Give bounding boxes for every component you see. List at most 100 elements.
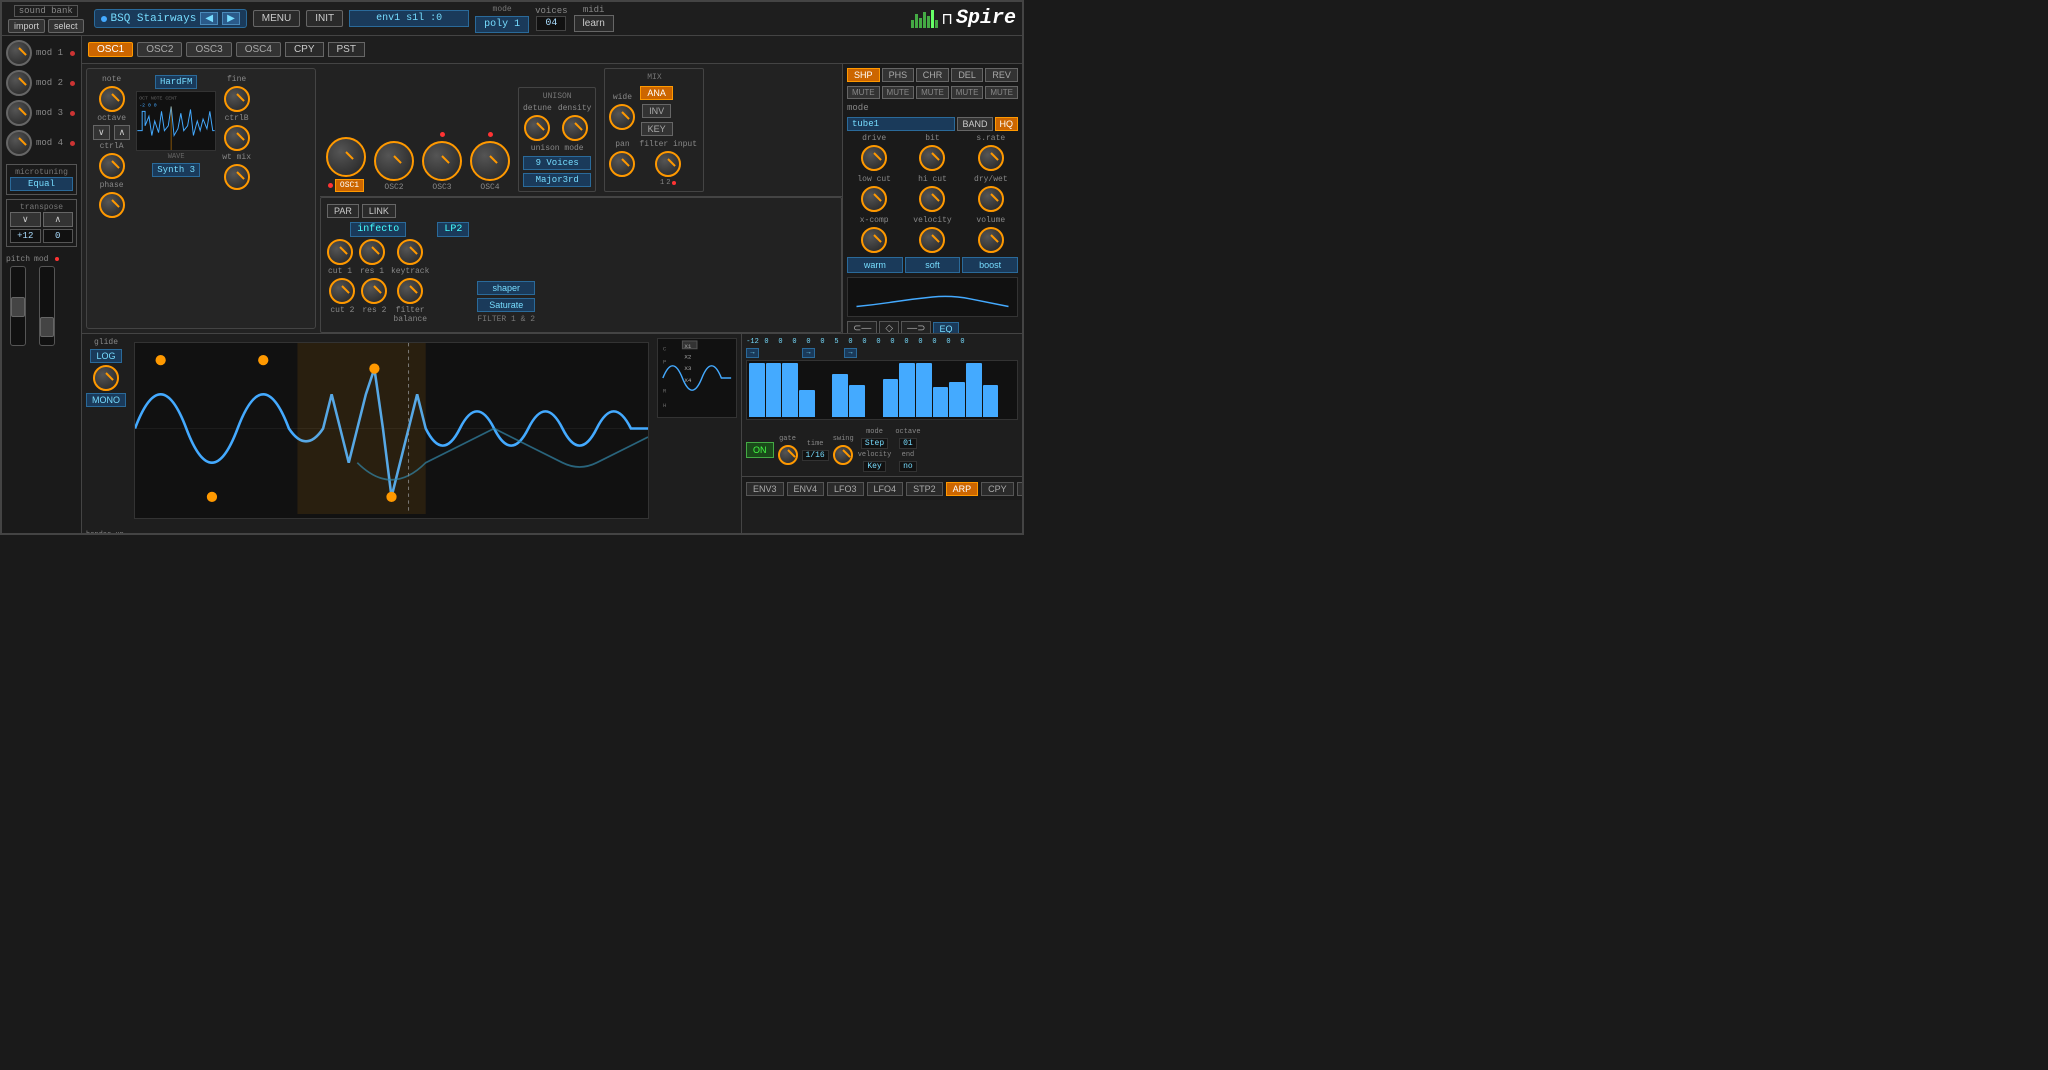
mod3-knob[interactable]: [6, 100, 32, 126]
bit-knob[interactable]: [919, 145, 945, 171]
par-button[interactable]: PAR: [327, 204, 359, 218]
mod4-knob[interactable]: [6, 130, 32, 156]
velocity-arp-value[interactable]: Key: [863, 461, 885, 472]
transpose-down-button[interactable]: ∨: [10, 212, 41, 227]
pst-tab-right[interactable]: PST: [1017, 482, 1022, 496]
arp-mode-value[interactable]: Step: [861, 438, 888, 449]
xcomp-knob[interactable]: [861, 227, 887, 253]
osc1-tab[interactable]: OSC1: [88, 42, 133, 57]
osc3-tab[interactable]: OSC3: [186, 42, 231, 57]
note-knob[interactable]: [99, 86, 125, 112]
ctrla-knob[interactable]: [99, 153, 125, 179]
arp-arrow-5[interactable]: →: [802, 348, 815, 358]
octave-up[interactable]: ∧: [114, 125, 131, 140]
arp-arrow-1[interactable]: →: [746, 348, 759, 358]
arp-bar-10[interactable]: [899, 363, 915, 417]
srate-knob[interactable]: [978, 145, 1004, 171]
fx-mute-4[interactable]: MUTE: [951, 86, 984, 99]
mono-button[interactable]: MONO: [86, 393, 126, 407]
arp-bar-2[interactable]: [766, 363, 782, 417]
arp-bar-4[interactable]: [799, 390, 815, 417]
arp-bar-15[interactable]: [983, 385, 999, 417]
osc-copy-button[interactable]: CPY: [285, 42, 324, 57]
saturate-button[interactable]: Saturate: [477, 298, 535, 312]
ctrlb-knob[interactable]: [224, 125, 250, 151]
eq-shape-1[interactable]: ⊂—: [847, 321, 877, 333]
eq-button[interactable]: EQ: [933, 322, 958, 334]
fx-hq-button[interactable]: HQ: [995, 117, 1019, 131]
filter-input-knob[interactable]: [655, 151, 681, 177]
microtuning-value[interactable]: Equal: [10, 177, 73, 191]
log-button[interactable]: LOG: [90, 349, 121, 363]
wtmix-knob[interactable]: [224, 164, 250, 190]
key-button[interactable]: KEY: [641, 122, 673, 136]
fine-knob[interactable]: [224, 86, 250, 112]
cpy-tab-right[interactable]: CPY: [981, 482, 1014, 496]
keytrack-knob[interactable]: [397, 239, 423, 265]
menu-button[interactable]: MENU: [253, 10, 300, 27]
osc3-level-knob[interactable]: [422, 141, 462, 181]
arp-bar-6[interactable]: [832, 374, 848, 417]
fx-band-button[interactable]: BAND: [957, 117, 992, 131]
import-button[interactable]: import: [8, 19, 45, 33]
mod2-knob[interactable]: [6, 70, 32, 96]
volume-knob[interactable]: [978, 227, 1004, 253]
hicut-knob[interactable]: [919, 186, 945, 212]
select-button[interactable]: select: [48, 19, 84, 33]
glide-knob[interactable]: [93, 365, 119, 391]
arp-on-button[interactable]: ON: [746, 442, 774, 458]
ana-button[interactable]: ANA: [640, 86, 673, 100]
stp2-tab[interactable]: STP2: [906, 482, 943, 496]
mod1-knob[interactable]: [6, 40, 32, 66]
link-button[interactable]: LINK: [362, 204, 396, 218]
pan-knob[interactable]: [609, 151, 635, 177]
arp-tab[interactable]: ARP: [946, 482, 979, 496]
osc4-tab[interactable]: OSC4: [236, 42, 281, 57]
octave-down[interactable]: ∨: [93, 125, 110, 140]
density-knob[interactable]: [562, 115, 588, 141]
detune-knob[interactable]: [524, 115, 550, 141]
fx-del-tab[interactable]: DEL: [951, 68, 984, 82]
osc-mode-display[interactable]: HardFM: [155, 75, 197, 89]
mod-slider[interactable]: [39, 266, 55, 346]
lowcut-knob[interactable]: [861, 186, 887, 212]
lfo3-tab[interactable]: LFO3: [827, 482, 864, 496]
arp-bar-13[interactable]: [949, 382, 965, 417]
arp-bar-9[interactable]: [883, 379, 899, 417]
fx-chr-tab[interactable]: CHR: [916, 68, 949, 82]
env3-tab[interactable]: ENV3: [746, 482, 784, 496]
wide-knob[interactable]: [609, 104, 635, 130]
arp-bar-14[interactable]: [966, 363, 982, 417]
pitch-slider[interactable]: [10, 266, 26, 346]
unison-chord-value[interactable]: Major3rd: [523, 173, 591, 187]
warm-button[interactable]: warm: [847, 257, 903, 273]
patch-next-button[interactable]: ▶: [222, 12, 240, 25]
arp-bar-1[interactable]: [749, 363, 765, 417]
fx-shp-tab[interactable]: SHP: [847, 68, 880, 82]
fx-mode-display[interactable]: tube1: [847, 117, 955, 131]
arp-bar-12[interactable]: [933, 387, 949, 417]
fx-mute-1[interactable]: MUTE: [847, 86, 880, 99]
shaper-button[interactable]: shaper: [477, 281, 535, 295]
patch-prev-button[interactable]: ◀: [200, 12, 218, 25]
fx-mute-2[interactable]: MUTE: [882, 86, 915, 99]
osc4-level-knob[interactable]: [470, 141, 510, 181]
filter2-type[interactable]: LP2: [437, 222, 469, 237]
fx-mute-3[interactable]: MUTE: [916, 86, 949, 99]
env4-tab[interactable]: ENV4: [787, 482, 825, 496]
learn-button[interactable]: learn: [574, 15, 614, 32]
osc1-level-knob[interactable]: [326, 137, 366, 177]
init-button[interactable]: INIT: [306, 10, 343, 27]
osc2-level-knob[interactable]: [374, 141, 414, 181]
arp-end-value[interactable]: no: [899, 461, 917, 472]
fx-phs-tab[interactable]: PHS: [882, 68, 915, 82]
res1-knob[interactable]: [359, 239, 385, 265]
res2-knob[interactable]: [361, 278, 387, 304]
synth-label[interactable]: Synth 3: [152, 163, 200, 177]
drywet-knob[interactable]: [978, 186, 1004, 212]
filter-balance-knob[interactable]: [397, 278, 423, 304]
transpose-up-button[interactable]: ∧: [43, 212, 74, 227]
cut2-knob[interactable]: [329, 278, 355, 304]
swing-knob[interactable]: [833, 445, 853, 465]
eq-shape-2[interactable]: ◇: [879, 321, 899, 333]
